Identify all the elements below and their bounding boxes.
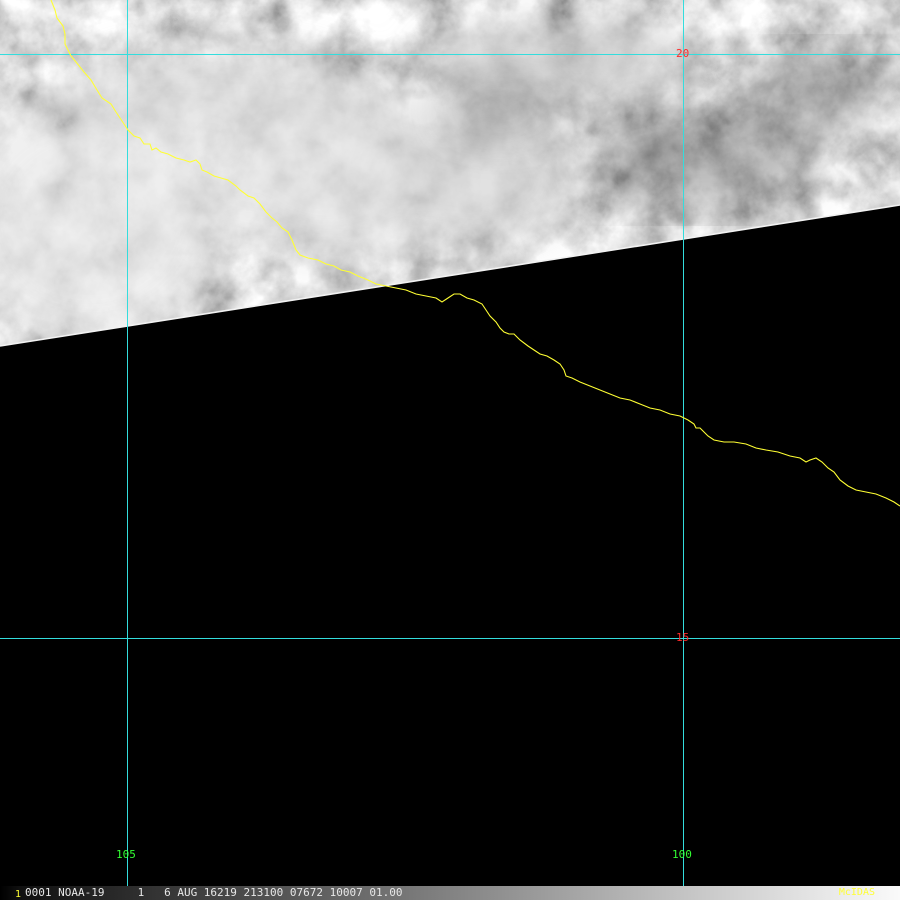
longitude-label-105: 105 (116, 848, 136, 861)
satellite-image (0, 0, 900, 900)
latitude-label-15: 15 (676, 631, 690, 644)
mcidas-brand-label: McIDAS (838, 887, 875, 898)
status-bar: 1 0001 NOAA-19 1 6 AUG 16219 213100 0767… (0, 886, 900, 900)
satellite-image-viewer[interactable]: 20 15 105 100 1 0001 NOAA-19 1 6 AUG 162… (0, 0, 900, 900)
image-info-text: 0001 NOAA-19 1 6 AUG 16219 213100 07672 … (25, 886, 403, 899)
frame-number: 1 (15, 889, 22, 900)
longitude-label-100: 100 (672, 848, 692, 861)
latitude-label-20: 20 (676, 47, 690, 60)
